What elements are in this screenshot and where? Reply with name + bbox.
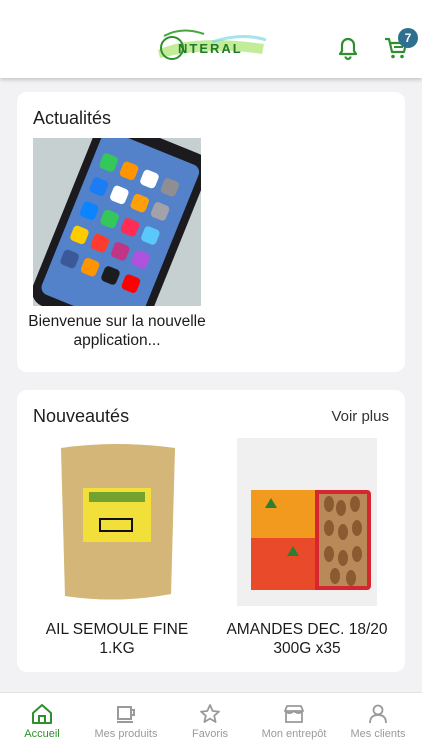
- almond-pack-illustration: [237, 438, 377, 606]
- store-icon: [284, 705, 304, 723]
- product-name: AIL SEMOULE FINE 1.KG: [45, 621, 189, 657]
- user-icon: [369, 704, 387, 724]
- notifications-button[interactable]: [334, 34, 362, 62]
- product-image-almonds: [237, 438, 377, 606]
- phone-illustration: [33, 138, 201, 306]
- tab-my-products[interactable]: Mes produits: [84, 693, 168, 750]
- see-more-link[interactable]: Voir plus: [331, 408, 389, 425]
- star-icon: [200, 704, 220, 723]
- tab-label: Accueil: [24, 728, 60, 740]
- tab-label: Mes produits: [94, 728, 158, 740]
- bell-icon: [338, 37, 358, 61]
- product-card[interactable]: AMANDES DEC. 18/20 300G x35: [217, 438, 397, 658]
- new-products-title: Nouveautés: [33, 406, 130, 426]
- cart-count-badge: 7: [398, 28, 418, 48]
- product-name: AMANDES DEC. 18/20 300G x35: [226, 621, 388, 657]
- bottom-tab-bar: Accueil Mes produits Favoris Mon entrepô…: [0, 692, 422, 750]
- interal-logo: NTERAL: [152, 24, 268, 70]
- app-header: NTERAL 7: [0, 0, 422, 78]
- garlic-bag-illustration: [61, 444, 175, 600]
- product-image-garlic: [47, 438, 187, 606]
- tab-my-clients[interactable]: Mes clients: [336, 693, 420, 750]
- news-section: Actualités Bienvenue sur la nouvelle app…: [17, 92, 405, 372]
- new-products-section: Nouveautés Voir plus AIL SEMOULE FINE 1.…: [17, 390, 405, 672]
- news-item-caption[interactable]: Bienvenue sur la nouvelle application...: [25, 312, 209, 350]
- home-icon: [32, 704, 52, 724]
- tab-favorites[interactable]: Favoris: [168, 693, 252, 750]
- tab-label: Mes clients: [350, 728, 406, 740]
- news-section-title: Actualités: [33, 108, 112, 128]
- logo-text: NTERAL: [178, 41, 243, 56]
- tab-home[interactable]: Accueil: [0, 693, 84, 750]
- tab-label: Mon entrepôt: [261, 728, 327, 740]
- tab-label: Favoris: [191, 728, 229, 740]
- product-card[interactable]: AIL SEMOULE FINE 1.KG: [27, 438, 207, 658]
- news-image-phone[interactable]: [33, 138, 201, 306]
- tab-warehouse[interactable]: Mon entrepôt: [252, 693, 336, 750]
- mug-icon: [117, 706, 135, 723]
